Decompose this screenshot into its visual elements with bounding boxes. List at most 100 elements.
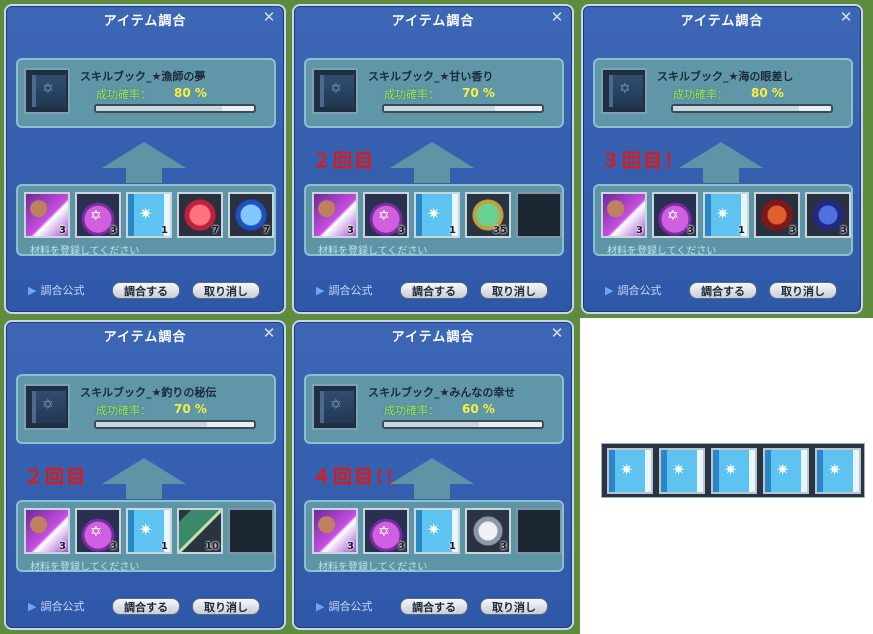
item-count: 3 [789,225,796,236]
material-slot[interactable]: 3 [363,192,409,238]
craft-button[interactable]: 調合する [400,598,468,615]
material-slot[interactable]: 1 [703,192,749,238]
cancel-button[interactable]: 取り消し [769,282,837,299]
skill-book-icon [661,450,703,492]
play-triangle-icon: ▶ [605,284,614,297]
material-slot[interactable]: 3 [363,508,409,554]
cancel-button[interactable]: 取り消し [192,282,260,299]
material-slot[interactable]: 3 [24,508,70,554]
materials-box: 3 3 1 7 7 材料を登録してください [16,184,276,257]
materials-hint: 材料を登録してください [30,246,140,257]
craft-button[interactable]: 調合する [112,598,180,615]
item-synthesis-window: アイテム調合 ✕ スキルブック_★漁師の夢 成功確率： 80 % 3 3 1 [4,4,286,314]
formula-link[interactable]: ▶ 調合公式 [605,282,661,298]
cancel-button[interactable]: 取り消し [480,282,548,299]
result-book-slot [312,384,358,430]
result-book-slot[interactable] [711,448,757,494]
formula-link[interactable]: ▶ 調合公式 [316,282,372,298]
formula-link[interactable]: ▶ 調合公式 [28,282,84,298]
success-rate-label: 成功確率： [384,404,439,417]
material-slot-empty[interactable] [228,508,274,554]
item-synthesis-window: アイテム調合 ✕ スキルブック_★釣りの秘伝 成功確率： 70 % ２回目 3 … [4,320,286,630]
close-icon[interactable]: ✕ [838,9,854,25]
cancel-button[interactable]: 取り消し [192,598,260,615]
close-icon[interactable]: ✕ [549,9,565,25]
dark-book-icon [609,75,643,107]
material-slot[interactable]: 3 [75,508,121,554]
material-slot-empty[interactable] [516,192,562,238]
recipe-info-box: スキルブック_★海の眼差し 成功確率： 80 % [593,58,853,128]
material-slot[interactable]: 35 [465,192,511,238]
craft-button[interactable]: 調合する [400,282,468,299]
material-slot[interactable]: 7 [177,192,223,238]
material-slot[interactable]: 1 [414,508,460,554]
material-slot[interactable]: 3 [652,192,698,238]
materials-hint: 材料を登録してください [30,562,140,573]
craft-button[interactable]: 調合する [689,282,757,299]
window-title: アイテム調合 [103,330,187,345]
progress-bar [382,420,544,429]
recipe-name: スキルブック_★漁師の夢 [80,70,206,83]
close-icon[interactable]: ✕ [549,325,565,341]
formula-link[interactable]: ▶ 調合公式 [28,598,84,614]
item-count: 3 [59,225,66,236]
close-icon[interactable]: ✕ [261,325,277,341]
formula-link[interactable]: ▶ 調合公式 [316,598,372,614]
material-slot[interactable]: 1 [414,192,460,238]
progress-bar [671,104,833,113]
progress-fill [96,422,207,427]
result-book-slot[interactable] [815,448,861,494]
close-icon[interactable]: ✕ [261,9,277,25]
item-count: 3 [687,225,694,236]
skill-book-icon [713,450,755,492]
play-triangle-icon: ▶ [28,284,37,297]
material-slot[interactable]: 10 [177,508,223,554]
item-count: 7 [263,225,270,236]
item-count: 3 [398,225,405,236]
material-slot[interactable]: 3 [805,192,851,238]
material-slot[interactable]: 1 [126,508,172,554]
material-slot[interactable]: 3 [75,192,121,238]
material-slot[interactable]: 3 [24,192,70,238]
material-slot[interactable]: 3 [312,508,358,554]
up-arrow-icon [102,458,186,484]
formula-label: 調合公式 [328,600,373,613]
success-rate-label: 成功確率： [96,404,151,417]
up-arrow-icon [679,142,763,168]
result-book-slot[interactable] [763,448,809,494]
success-rate-value: 80 % [751,86,784,100]
material-slot-empty[interactable] [516,508,562,554]
item-count: 1 [738,225,745,236]
item-count: 1 [449,225,456,236]
material-slot[interactable]: 3 [465,508,511,554]
attempt-annotation: ２回目 [312,150,376,172]
recipe-name: スキルブック_★みんなの幸せ [368,386,516,399]
materials-box: 3 3 1 10 材料を登録してください [16,500,276,573]
skill-book-icon [817,450,859,492]
progress-fill [96,106,223,111]
result-book-slot[interactable] [659,448,705,494]
progress-bar [94,104,256,113]
cancel-button[interactable]: 取り消し [480,598,548,615]
materials-hint: 材料を登録してください [318,562,428,573]
item-count: 3 [110,225,117,236]
material-slot[interactable]: 3 [601,192,647,238]
material-slot[interactable]: 3 [754,192,800,238]
up-arrow-stem [414,167,450,183]
up-arrow-icon [102,142,186,168]
material-slot[interactable]: 7 [228,192,274,238]
recipe-name: スキルブック_★甘い香り [368,70,494,83]
craft-button[interactable]: 調合する [112,282,180,299]
recipe-info-box: スキルブック_★みんなの幸せ 成功確率： 60 % [304,374,564,444]
success-rate-value: 80 % [174,86,207,100]
window-title: アイテム調合 [391,330,475,345]
item-count: 3 [347,541,354,552]
item-count: 3 [347,225,354,236]
materials-box: 3 3 1 3 3 材料を登録してください [593,184,853,257]
result-book-slot[interactable] [607,448,653,494]
window-title: アイテム調合 [103,14,187,29]
material-slot[interactable]: 1 [126,192,172,238]
material-slot[interactable]: 3 [312,192,358,238]
materials-box: 3 3 1 35 材料を登録してください [304,184,564,257]
item-count: 35 [493,225,507,236]
